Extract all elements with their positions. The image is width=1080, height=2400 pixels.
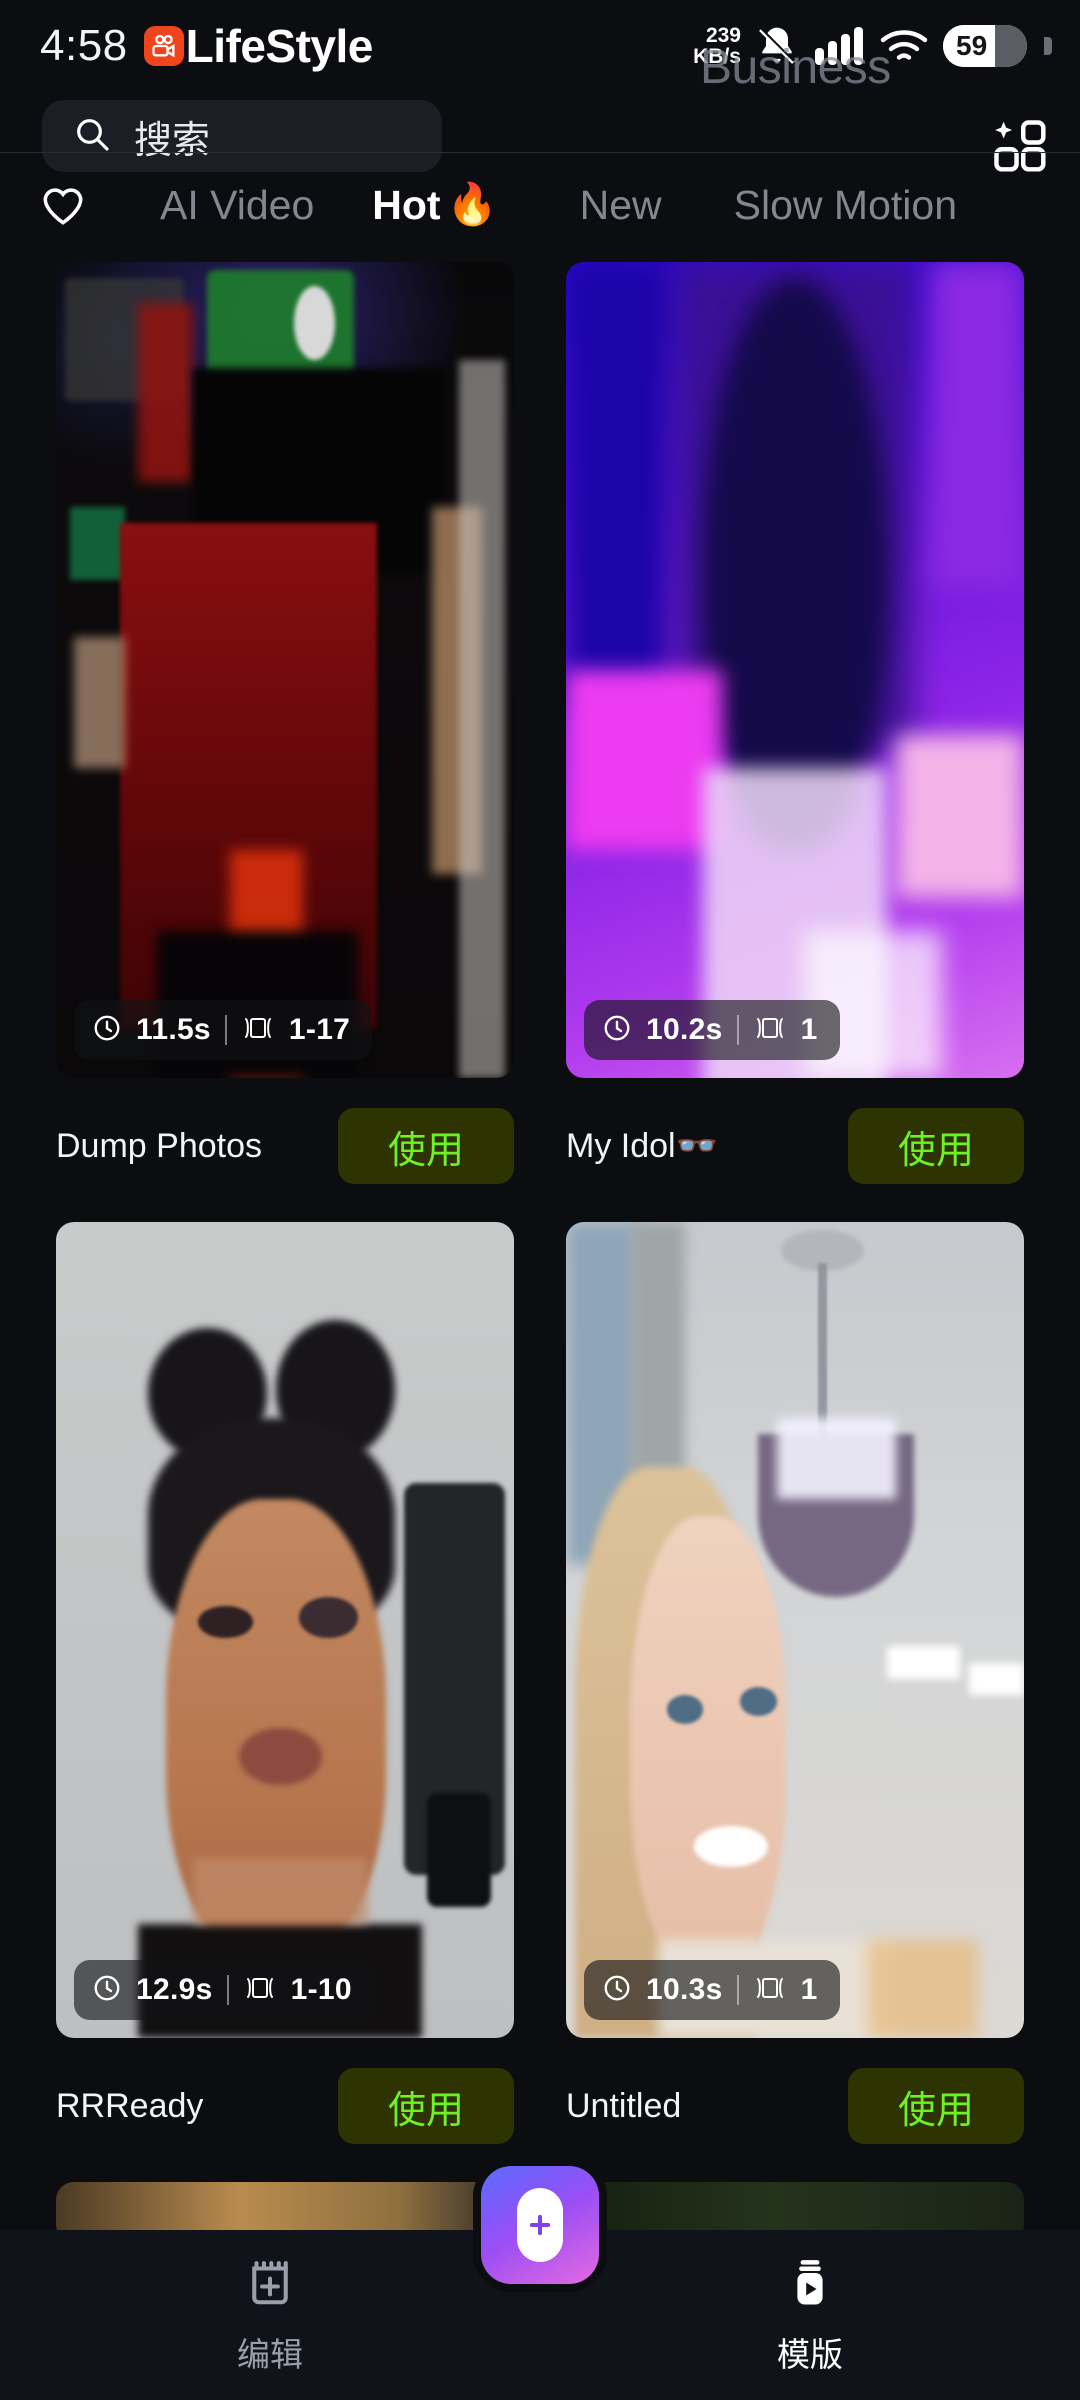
tab-label: AI Video	[160, 181, 315, 228]
create-project-button[interactable]	[481, 2166, 599, 2284]
thumbnail-art	[566, 1222, 1024, 2038]
tab-ai-video[interactable]: AI Video	[160, 182, 314, 229]
search-input[interactable]: 搜索	[134, 109, 210, 164]
nav-item-template[interactable]: 模版	[540, 2255, 1080, 2376]
thumbnail-art	[56, 262, 514, 1078]
badge-divider	[736, 1015, 739, 1045]
nav-label-template: 模版	[777, 2335, 843, 2373]
clock-icon	[602, 1013, 632, 1048]
nav-item-edit[interactable]: 编辑	[0, 2255, 540, 2376]
badge-divider	[736, 1975, 739, 2005]
thumbnail-art	[56, 1222, 514, 2038]
template-meta-row: My Idol👓 使用	[566, 1108, 1024, 1184]
template-grid-row-1: 11.5s 1-17 Dump Photos 使用 10.2s 1 My Ido…	[0, 262, 1080, 1184]
template-meta-badge: 10.3s 1	[584, 1960, 840, 2020]
template-card[interactable]: 11.5s 1-17 Dump Photos 使用	[56, 262, 514, 1184]
template-scroll-area[interactable]: 11.5s 1-17 Dump Photos 使用 10.2s 1 My Ido…	[0, 262, 1080, 2242]
screenshot-seam-line	[0, 152, 1080, 153]
status-bar-left: 4:58 LifeStyle	[40, 19, 373, 73]
tab-hot[interactable]: Hot 🔥	[372, 181, 497, 229]
template-duration: 11.5s	[136, 1013, 211, 1046]
tab-label: Hot	[372, 181, 441, 228]
template-thumbnail[interactable]: 12.9s 1-10	[56, 1222, 514, 2038]
fire-icon: 🔥	[446, 181, 498, 227]
clock-icon	[602, 1973, 632, 2008]
badge-divider	[226, 1975, 229, 2005]
clock-icon	[92, 1973, 122, 2008]
template-meta-row: Dump Photos 使用	[56, 1108, 514, 1184]
template-card[interactable]: 10.3s 1 Untitled 使用	[566, 1222, 1024, 2144]
clock-time: 4:58	[40, 21, 128, 70]
template-play-icon	[783, 2255, 837, 2314]
clapperboard-plus-icon	[243, 2255, 297, 2314]
plus-icon	[517, 2188, 563, 2262]
status-bar-right: 239 KB/s 59	[693, 24, 1052, 68]
network-speed-unit: KB/s	[693, 45, 741, 68]
template-card[interactable]: 12.9s 1-10 RRReady 使用	[56, 1222, 514, 2144]
template-meta-badge: 11.5s 1-17	[74, 1000, 373, 1060]
clip-frames-icon	[241, 1014, 275, 1047]
template-title: My Idol👓	[566, 1127, 718, 1165]
template-thumbnail[interactable]: 10.2s 1	[566, 262, 1024, 1078]
template-meta-badge: 10.2s 1	[584, 1000, 840, 1060]
use-template-button[interactable]: 使用	[338, 2068, 514, 2144]
template-title: RRReady	[56, 2086, 204, 2125]
clip-frames-icon	[243, 1974, 277, 2007]
template-title: Dump Photos	[56, 1126, 262, 1165]
use-template-button[interactable]: 使用	[848, 1108, 1024, 1184]
template-duration: 10.3s	[646, 1973, 723, 2006]
network-speed-value: 239	[705, 23, 741, 47]
wifi-icon	[879, 27, 929, 65]
template-duration: 10.2s	[646, 1013, 723, 1046]
search-bar[interactable]: 搜索	[42, 100, 442, 172]
tab-new[interactable]: New	[580, 182, 662, 229]
app-logo-icon	[143, 26, 184, 66]
app-name-label: LifeStyle	[185, 20, 374, 72]
tab-slow-motion[interactable]: Slow Motion	[734, 182, 957, 229]
nav-label-edit: 编辑	[237, 2335, 303, 2373]
heart-icon[interactable]	[36, 180, 98, 230]
template-duration: 12.9s	[136, 1973, 213, 2006]
category-tab-bar: AI Video Hot 🔥 New Slow Motion	[0, 160, 1080, 250]
bell-muted-icon	[755, 24, 799, 68]
template-title: Untitled	[566, 2086, 682, 2125]
use-template-button[interactable]: 使用	[848, 2068, 1024, 2144]
template-clip-range: 1	[800, 1013, 818, 1046]
template-clip-range: 1	[800, 1973, 818, 2006]
signal-bars-icon	[813, 26, 865, 66]
clock-icon	[92, 1013, 122, 1048]
template-clip-range: 1-10	[290, 1973, 352, 2006]
thumbnail-art	[566, 262, 1024, 1078]
battery-percent: 59	[956, 30, 988, 61]
clip-frames-icon	[753, 1014, 787, 1047]
sparkle-grid-icon[interactable]	[992, 118, 1050, 181]
template-thumbnail[interactable]: 11.5s 1-17	[56, 262, 514, 1078]
network-speed: 239 KB/s	[693, 23, 741, 68]
badge-divider	[224, 1015, 227, 1045]
battery-icon: 59	[943, 25, 1027, 67]
battery-nub-icon	[1044, 37, 1052, 55]
clip-frames-icon	[753, 1974, 787, 2007]
tab-label: New	[579, 181, 662, 228]
use-template-button[interactable]: 使用	[338, 1108, 514, 1184]
app-screen: 4:58 LifeStyle 239 KB/s 59 Business 搜索 A…	[0, 0, 1080, 2400]
tab-label: Slow Motion	[733, 181, 957, 228]
template-grid-row-2: 12.9s 1-10 RRReady 使用 10.3s 1 Untitled 使…	[0, 1222, 1080, 2144]
template-meta-row: RRReady 使用	[56, 2068, 514, 2144]
template-thumbnail[interactable]: 10.3s 1	[566, 1222, 1024, 2038]
template-meta-badge: 12.9s 1-10	[74, 1960, 374, 2020]
template-card[interactable]: 10.2s 1 My Idol👓 使用	[566, 262, 1024, 1184]
tab-list: AI Video Hot 🔥 New Slow Motion	[98, 181, 1044, 229]
template-meta-row: Untitled 使用	[566, 2068, 1024, 2144]
status-bar: 4:58 LifeStyle 239 KB/s 59	[0, 0, 1080, 92]
template-clip-range: 1-17	[288, 1013, 351, 1046]
